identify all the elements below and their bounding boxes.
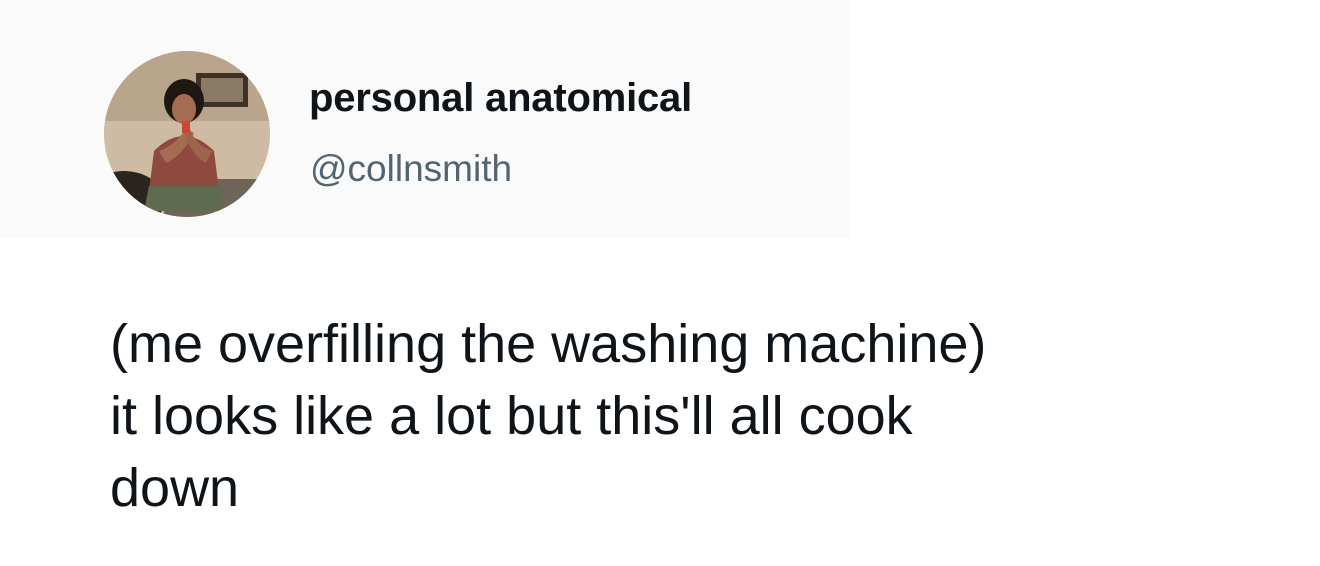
tweet-card: personal anatomical @collnsmith (me over… [0,0,1320,566]
author-display-name[interactable]: personal anatomical [309,76,692,121]
profile-photo-avatar-icon [104,51,270,217]
author-handle[interactable]: @collnsmith [310,148,512,190]
avatar[interactable] [104,51,270,217]
tweet-text: (me overfilling the washing machine) it … [110,314,987,518]
